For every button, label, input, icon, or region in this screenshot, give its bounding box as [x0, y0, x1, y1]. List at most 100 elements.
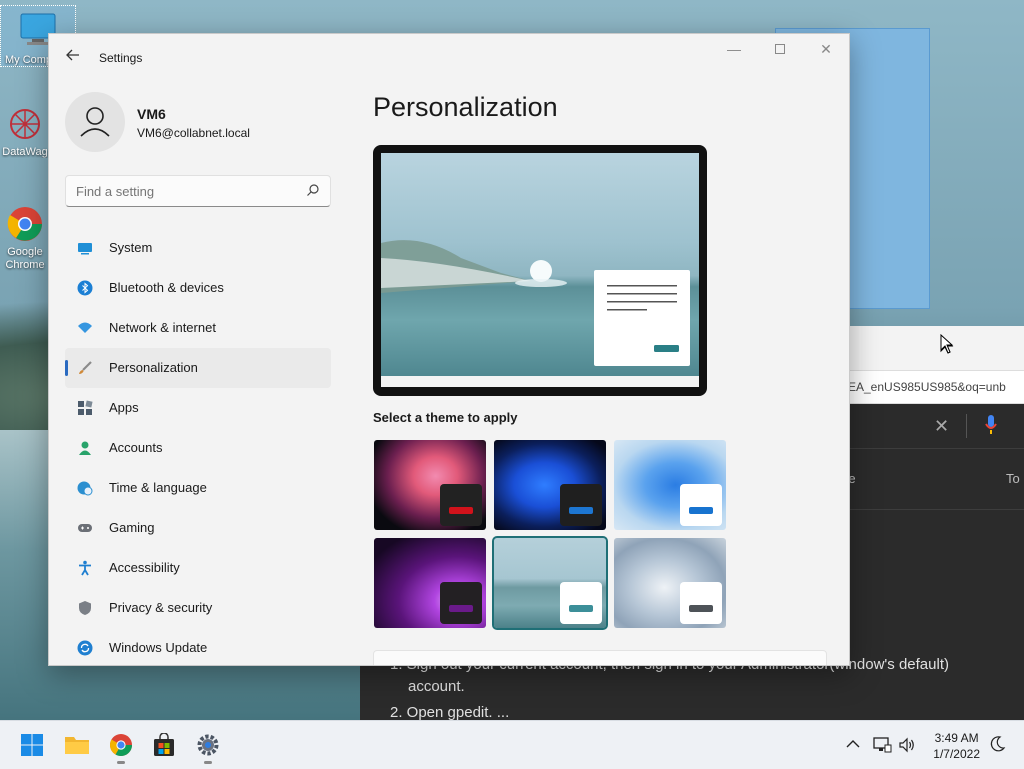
sidebar-item-network[interactable]: Network & internet [65, 308, 331, 348]
sidebar-item-system[interactable]: System [65, 228, 331, 268]
user-email: VM6@collabnet.local [137, 126, 250, 140]
avatar[interactable] [65, 92, 125, 152]
search-input[interactable] [66, 176, 298, 206]
sidebar-item-apps[interactable]: Apps [65, 388, 331, 428]
speaker-icon [899, 737, 914, 753]
sidebar-item-gaming[interactable]: Gaming [65, 508, 331, 548]
globe-clock-icon [77, 481, 93, 496]
file-explorer-button[interactable] [64, 733, 89, 757]
system-icon [78, 243, 92, 255]
sidebar-item-bluetooth[interactable]: Bluetooth & devices [65, 268, 331, 308]
chrome-icon [110, 734, 132, 756]
theme-flow[interactable] [614, 538, 726, 628]
sidebar-item-label: Personalization [109, 360, 198, 375]
search-icon[interactable] [306, 183, 320, 197]
browser-tabbar[interactable] [848, 326, 1024, 371]
sidebar-item-privacy-security[interactable]: Privacy & security [65, 588, 331, 628]
chrome-taskbar-button[interactable] [109, 733, 133, 764]
sidebar-item-accounts[interactable]: Accounts [65, 428, 331, 468]
taskbar: 3:49 AM 1/7/2022 [0, 720, 1024, 769]
update-icon [77, 640, 93, 656]
theme-color-chip [680, 484, 722, 526]
settings-search-box[interactable] [65, 175, 331, 207]
preview-landscape [381, 240, 690, 366]
theme-windows-dark[interactable] [494, 440, 606, 530]
theme-color-chip [680, 582, 722, 624]
folder-icon [65, 737, 89, 754]
sidebar-item-label: Apps [109, 400, 139, 415]
sidebar-item-accessibility[interactable]: Accessibility [65, 548, 331, 588]
shield-icon [79, 601, 91, 615]
settings-taskbar-button[interactable] [196, 733, 220, 764]
sidebar-item-time-language[interactable]: Time & language [65, 468, 331, 508]
result-line: account. [408, 678, 465, 695]
results-tab-tools[interactable]: To [1006, 471, 1020, 486]
sidebar-item-label: Windows Update [109, 640, 208, 655]
sidebar-item-label: Bluetooth & devices [109, 280, 224, 295]
gamepad-icon [78, 524, 92, 532]
user-icon [80, 107, 110, 137]
browser-search-box[interactable]: ✕ [848, 404, 1024, 449]
theme-glow[interactable] [374, 440, 486, 530]
sidebar-item-label: Privacy & security [109, 600, 213, 615]
settings-card[interactable] [373, 650, 827, 665]
theme-color-chip [440, 582, 482, 624]
apps-icon [78, 400, 93, 415]
chevron-up-icon [846, 740, 860, 748]
sidebar-item-label: Accounts [109, 440, 163, 455]
wifi-icon [78, 322, 92, 333]
store-button[interactable] [152, 732, 176, 757]
theme-captured-motion[interactable] [374, 538, 486, 628]
theme-preview [373, 145, 707, 396]
theme-color-chip [560, 582, 602, 624]
microphone-icon[interactable] [984, 413, 998, 440]
datawag-icon [5, 104, 45, 144]
sidebar-item-label: System [109, 240, 153, 255]
theme-sunrise-selected[interactable] [492, 536, 608, 630]
divider [966, 414, 967, 438]
desktop-icon-label: Google Chrome [5, 246, 45, 271]
back-arrow-icon[interactable] [63, 48, 83, 68]
sidebar-item-label: Time & language [109, 480, 207, 495]
accessibility-icon [79, 560, 91, 576]
desktop-icon-label: DataWag [2, 146, 48, 158]
result-line: 2. Open gpedit. ... [390, 704, 510, 721]
accounts-icon [79, 441, 91, 455]
settings-window[interactable]: Settings — ✕ VM6 VM6@collabnet.local Sys… [48, 33, 850, 666]
windows-logo-icon [21, 734, 43, 756]
desktop-icon-chrome[interactable]: Google Chrome [0, 204, 50, 274]
running-indicator [204, 761, 212, 764]
network-icon [873, 737, 892, 753]
desktop-icon-datawag[interactable]: DataWag [0, 104, 50, 158]
start-button[interactable] [20, 733, 44, 757]
clock-time: 3:49 AM [934, 731, 979, 745]
user-name: VM6 [137, 106, 166, 122]
settings-nav: System Bluetooth & devices Network & int… [65, 228, 331, 665]
browser-results-tabs: re To [844, 449, 1024, 510]
clock-date: 1/7/2022 [933, 747, 980, 761]
clear-search-icon[interactable]: ✕ [934, 416, 949, 437]
theme-color-chip [440, 484, 482, 526]
sidebar-item-label: Gaming [109, 520, 155, 535]
brush-icon [79, 361, 92, 374]
personalization-page: Personalization Select a theme to apply [373, 34, 849, 665]
theme-color-chip [560, 484, 602, 526]
sidebar-item-label: Network & internet [109, 320, 216, 335]
window-title: Settings [99, 51, 143, 65]
sidebar-item-personalization[interactable]: Personalization [65, 348, 331, 388]
running-indicator [117, 761, 125, 764]
taskbar-clock[interactable]: 3:49 AM 1/7/2022 [933, 730, 980, 762]
sidebar-item-windows-update[interactable]: Windows Update [65, 628, 331, 665]
moon-icon [990, 736, 1006, 752]
chrome-icon [5, 204, 45, 244]
browser-address-bar[interactable]: EA_enUS985US985&oq=unb [848, 371, 1024, 404]
store-icon [154, 732, 174, 756]
mouse-pointer-icon [940, 334, 954, 354]
theme-windows-light[interactable] [614, 440, 726, 530]
sidebar-item-label: Accessibility [109, 560, 180, 575]
themes-heading: Select a theme to apply [373, 410, 518, 425]
preview-wallpaper [381, 153, 699, 376]
gear-icon [197, 734, 219, 756]
bluetooth-icon [77, 280, 93, 296]
page-title: Personalization [373, 92, 558, 122]
